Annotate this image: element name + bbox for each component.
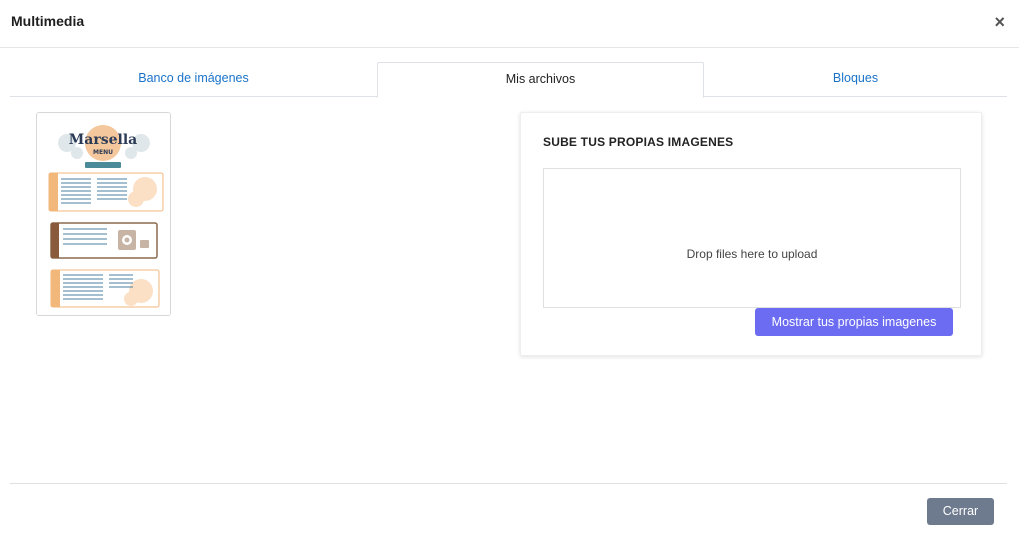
menu-preview-image: Marsella MENU [37, 113, 170, 315]
tab-bloques[interactable]: Bloques [704, 62, 1007, 97]
modal-header: Multimedia × [0, 0, 1019, 48]
dropzone[interactable]: Drop files here to upload [543, 168, 961, 308]
upload-title: SUBE TUS PROPIAS IMAGENES [543, 135, 734, 149]
close-button[interactable]: Cerrar [927, 498, 994, 525]
file-thumbnail[interactable]: Marsella MENU [36, 112, 171, 316]
tab-mis-archivos[interactable]: Mis archivos [377, 62, 704, 98]
modal-title: Multimedia [11, 13, 85, 29]
tab-banco-de-imagenes[interactable]: Banco de imágenes [10, 62, 377, 97]
close-icon[interactable]: × [994, 13, 1005, 31]
show-own-images-button[interactable]: Mostrar tus propias imagenes [755, 308, 953, 336]
dropzone-text: Drop files here to upload [686, 247, 818, 261]
upload-panel: SUBE TUS PROPIAS IMAGENES Drop files her… [520, 112, 982, 356]
footer-divider [10, 483, 1007, 484]
menu-preview-subtitle: MENU [93, 149, 113, 156]
tab-bar: Banco de imágenes Mis archivos Bloques [10, 62, 1007, 98]
menu-preview-title: Marsella [69, 132, 137, 148]
